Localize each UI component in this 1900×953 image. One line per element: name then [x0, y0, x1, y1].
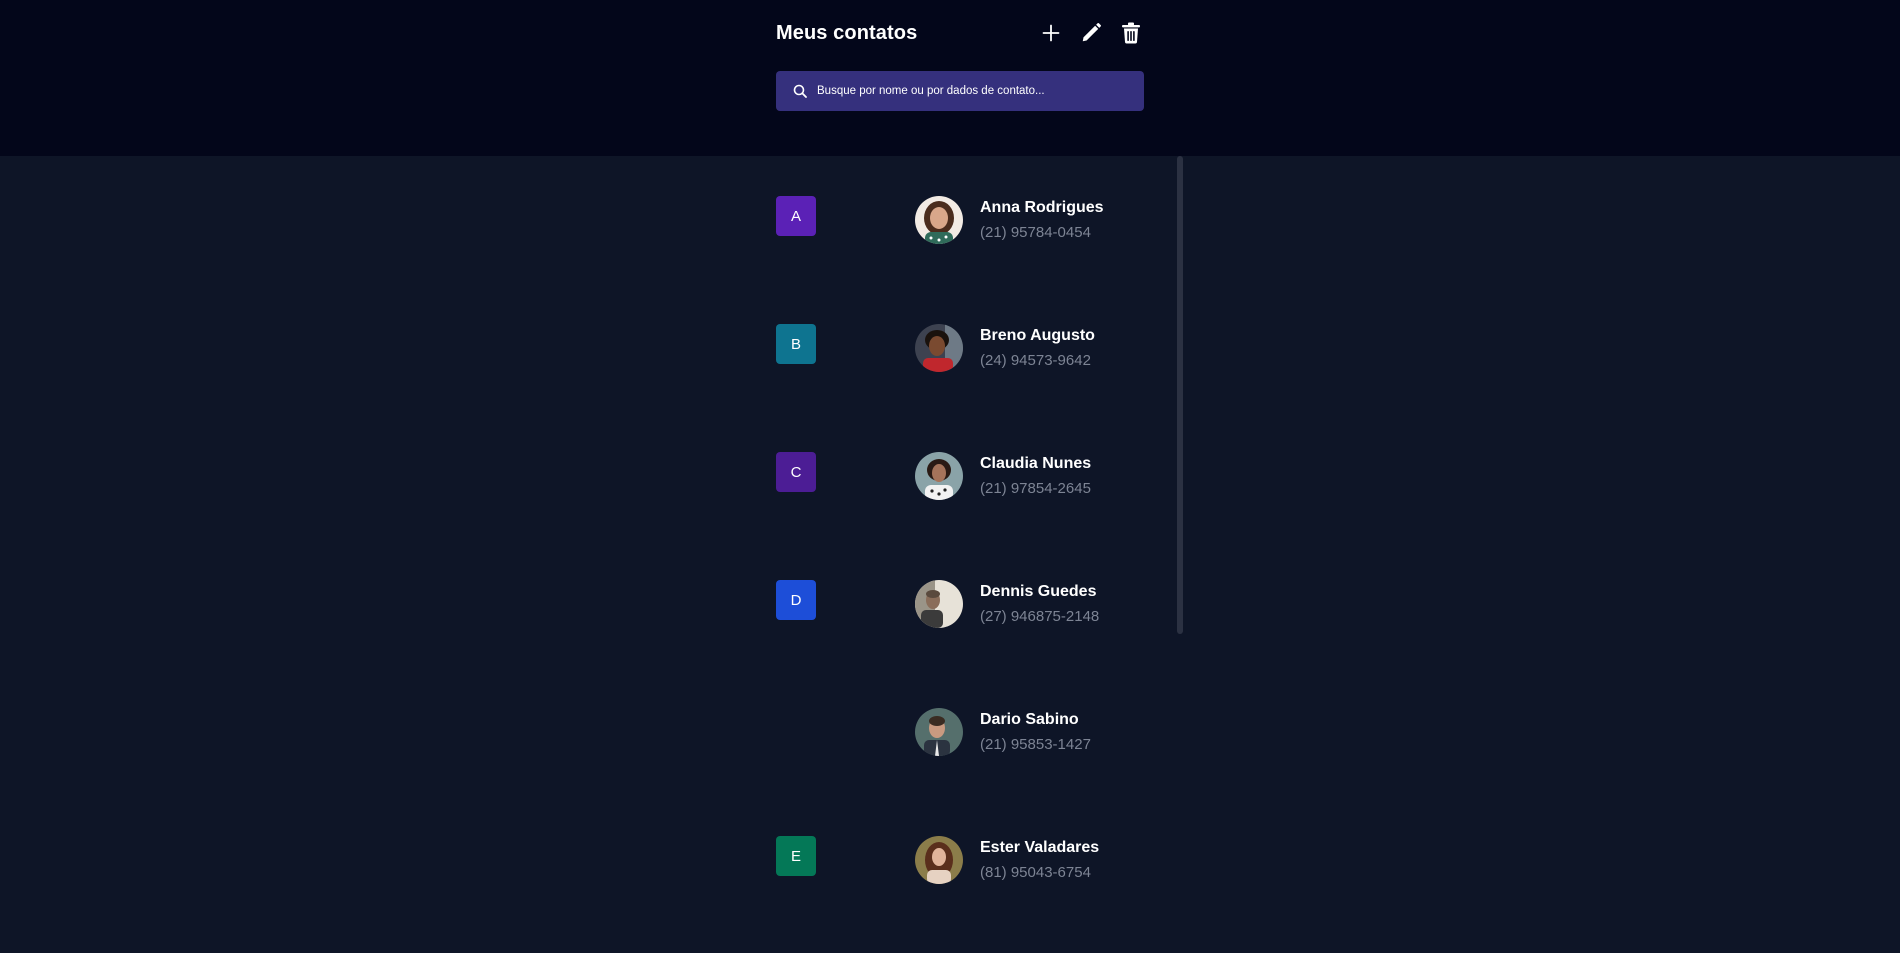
contact-phone: (24) 94573-9642 — [980, 352, 1091, 369]
group-c: C Claudia Nunes (21) 97854-2645 — [776, 452, 1176, 502]
letter-badge: B — [776, 324, 816, 364]
search-bar[interactable] — [776, 71, 1144, 111]
contact-phone: (27) 946875-2148 — [980, 608, 1100, 625]
page-title: Meus contatos — [776, 22, 918, 44]
add-contact-button[interactable] — [1038, 20, 1064, 46]
contact-name: Anna Rodrigues — [980, 199, 1104, 216]
avatar — [915, 452, 963, 500]
letter-badge: A — [776, 196, 816, 236]
contact-name: Breno Augusto — [980, 327, 1095, 344]
edit-contact-button[interactable] — [1078, 20, 1104, 46]
contact-item[interactable]: Dario Sabino (21) 95853-1427 — [915, 708, 1155, 758]
scrollbar[interactable] — [1177, 156, 1183, 634]
letter-badge: E — [776, 836, 816, 876]
header: Meus contatos — [0, 0, 1900, 156]
contact-phone: (81) 95043-6754 — [980, 864, 1091, 881]
contact-phone: (21) 95784-0454 — [980, 224, 1091, 241]
contact-name: Dario Sabino — [980, 711, 1079, 728]
contact-name: Claudia Nunes — [980, 455, 1092, 472]
contact-item[interactable]: Anna Rodrigues (21) 95784-0454 — [915, 196, 1155, 246]
contact-name: Ester Valadares — [980, 839, 1100, 856]
plus-icon — [1042, 24, 1060, 42]
contact-name: Dennis Guedes — [980, 583, 1097, 600]
header-content: Meus contatos — [776, 0, 1144, 156]
contact-item[interactable]: Dennis Guedes (27) 946875-2148 — [915, 580, 1155, 630]
letter-badge: C — [776, 452, 816, 492]
search-icon — [793, 83, 809, 99]
contact-item[interactable]: Ester Valadares (81) 95043-6754 — [915, 836, 1155, 886]
group-e: E Ester Valadares (81) 95043-6754 — [776, 836, 1176, 886]
contact-item[interactable]: Claudia Nunes (21) 97854-2645 — [915, 452, 1155, 502]
avatar — [915, 836, 963, 884]
search-input[interactable] — [817, 85, 1137, 97]
trash-icon — [1122, 22, 1140, 44]
avatar — [915, 196, 963, 244]
group-d-continued: Dario Sabino (21) 95853-1427 — [776, 708, 1176, 758]
group-b: B Breno Augusto (24) 94573-9642 — [776, 324, 1176, 374]
avatar — [915, 324, 963, 372]
contact-list: A Anna Rodrigues (21) 95784-0454 B Breno… — [776, 156, 1176, 953]
avatar — [915, 580, 963, 628]
header-actions — [1038, 20, 1144, 46]
avatar — [915, 708, 963, 756]
group-d: D Dennis Guedes (27) 946875-2148 — [776, 580, 1176, 630]
delete-contact-button[interactable] — [1118, 20, 1144, 46]
contact-phone: (21) 97854-2645 — [980, 480, 1091, 497]
contact-phone: (21) 95853-1427 — [980, 736, 1091, 753]
pencil-icon — [1082, 23, 1101, 42]
contact-item[interactable]: Breno Augusto (24) 94573-9642 — [915, 324, 1155, 374]
letter-badge: D — [776, 580, 816, 620]
group-a: A Anna Rodrigues (21) 95784-0454 — [776, 196, 1176, 246]
